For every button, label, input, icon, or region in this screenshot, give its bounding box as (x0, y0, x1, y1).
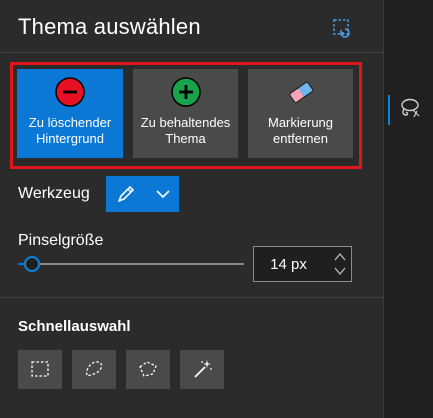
stepper-down-icon[interactable] (333, 265, 347, 277)
divider (0, 297, 383, 298)
tool-label: Werkzeug (18, 185, 90, 202)
eraser-icon (288, 81, 313, 103)
brush-size-stepper[interactable]: 14 px (253, 246, 352, 282)
plus-circle-icon (170, 77, 201, 107)
reset-selection-icon[interactable] (331, 17, 353, 39)
mode-label-line1: Markierung (267, 115, 334, 130)
active-tool-indicator (388, 95, 390, 125)
tool-dropdown-button[interactable] (106, 176, 179, 212)
mode-label-line1: Zu löschender (28, 115, 112, 130)
right-tool-strip (383, 0, 433, 418)
magic-wand-icon (194, 360, 212, 378)
brush-size-slider-track[interactable] (18, 263, 244, 265)
panel-title: Thema auswählen (18, 14, 201, 39)
pen-icon (118, 186, 134, 202)
brush-size-value[interactable]: 14 px (254, 256, 323, 273)
mode-keep-subject-button[interactable]: Zu behaltendes Thema (133, 69, 238, 158)
magic-wand-button[interactable] (180, 350, 224, 389)
mode-label-line2: Hintergrund (36, 131, 104, 146)
minus-circle-icon (55, 77, 85, 107)
rectangle-select-icon (31, 361, 49, 377)
mode-remove-background-button[interactable]: Zu löschender Hintergrund (17, 69, 123, 158)
polygon-lasso-button[interactable] (126, 350, 170, 389)
select-subject-panel: Thema auswählen Zu löschender Hintergrun… (0, 0, 383, 418)
chevron-down-icon (156, 190, 170, 199)
polygon-lasso-icon (139, 361, 157, 377)
quick-select-label: Schnellauswahl (18, 318, 131, 335)
divider (0, 52, 383, 53)
mode-label-line2: entfernen (273, 131, 328, 146)
mode-remove-marking-button[interactable]: Markierung entfernen (248, 69, 353, 158)
mode-label-line1: Zu behaltendes (140, 115, 231, 130)
brush-size-slider-thumb[interactable] (23, 256, 40, 272)
lasso-select-button[interactable] (72, 350, 116, 389)
mode-label-line2: Thema (165, 131, 206, 146)
lasso-tool-icon[interactable] (397, 96, 421, 120)
stepper-up-icon[interactable] (333, 251, 347, 263)
brush-size-label: Pinselgröße (18, 232, 104, 249)
rectangle-select-button[interactable] (18, 350, 62, 389)
lasso-select-icon (85, 361, 103, 377)
